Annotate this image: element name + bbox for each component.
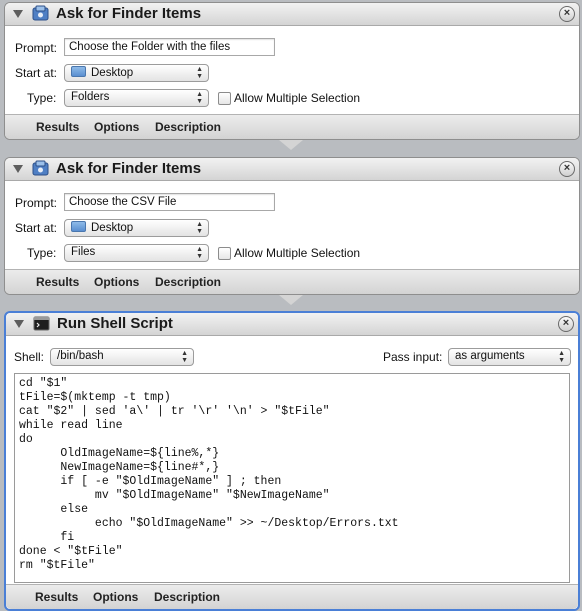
- results-tab[interactable]: Results: [35, 590, 78, 604]
- type-value: Folders: [71, 91, 110, 103]
- prompt-label: Prompt:: [15, 41, 58, 55]
- prompt-field[interactable]: Choose the CSV File: [64, 193, 275, 211]
- action-footer: Results Options Description: [5, 269, 579, 294]
- automator-finder-icon: [32, 160, 49, 176]
- action-header[interactable]: Run Shell Script ×: [6, 313, 578, 336]
- results-tab[interactable]: Results: [36, 120, 79, 134]
- pass-input-popup[interactable]: as arguments ▲ ▼: [448, 348, 571, 366]
- options-tab[interactable]: Options: [94, 275, 139, 289]
- popup-arrows-icon: ▲ ▼: [196, 246, 203, 260]
- shell-label: Shell:: [14, 350, 45, 364]
- start-at-label: Start at:: [15, 66, 58, 80]
- script-editor[interactable]: cd "$1" tFile=$(mktemp -t tmp) cat "$2" …: [14, 373, 570, 583]
- shell-popup[interactable]: /bin/bash ▲ ▼: [50, 348, 194, 366]
- start-at-popup[interactable]: Desktop ▲ ▼: [64, 219, 209, 237]
- prompt-label: Prompt:: [15, 196, 58, 210]
- shell-value: /bin/bash: [57, 350, 104, 362]
- close-icon[interactable]: ×: [559, 6, 575, 22]
- action-title: Run Shell Script: [57, 315, 173, 332]
- action-ask-finder-items-1[interactable]: Ask for Finder Items × Prompt: Choose th…: [4, 2, 580, 140]
- description-tab[interactable]: Description: [155, 275, 221, 289]
- allow-multiple-checkbox[interactable]: [218, 92, 231, 105]
- options-tab[interactable]: Options: [94, 120, 139, 134]
- prompt-field[interactable]: Choose the Folder with the files: [64, 38, 275, 56]
- type-label: Type:: [27, 246, 57, 260]
- action-header[interactable]: Ask for Finder Items ×: [5, 3, 579, 26]
- start-at-value: Desktop: [91, 222, 134, 234]
- type-popup[interactable]: Files ▲ ▼: [64, 244, 209, 262]
- terminal-icon: [33, 316, 50, 331]
- disclosure-triangle-icon[interactable]: [13, 10, 23, 18]
- popup-arrows-icon: ▲ ▼: [196, 221, 203, 235]
- automator-finder-icon: [32, 5, 49, 21]
- disclosure-triangle-icon[interactable]: [13, 165, 23, 173]
- action-footer: Results Options Description: [5, 114, 579, 139]
- allow-multiple-checkbox[interactable]: [218, 247, 231, 260]
- action-connector: [279, 140, 303, 150]
- close-icon[interactable]: ×: [559, 161, 575, 177]
- allow-multiple-label: Allow Multiple Selection: [234, 91, 361, 105]
- popup-arrows-icon: ▲ ▼: [196, 91, 203, 105]
- start-at-label: Start at:: [15, 221, 58, 235]
- action-title: Ask for Finder Items: [56, 160, 202, 177]
- options-tab[interactable]: Options: [93, 590, 138, 604]
- action-run-shell-script[interactable]: Run Shell Script × Shell: /bin/bash ▲ ▼ P…: [4, 311, 580, 611]
- action-title: Ask for Finder Items: [56, 5, 202, 22]
- popup-arrows-icon: ▲ ▼: [196, 66, 203, 80]
- description-tab[interactable]: Description: [154, 590, 220, 604]
- pass-input-value: as arguments: [455, 350, 525, 362]
- type-popup[interactable]: Folders ▲ ▼: [64, 89, 209, 107]
- disclosure-triangle-icon[interactable]: [14, 320, 24, 328]
- folder-icon: [71, 66, 86, 77]
- results-tab[interactable]: Results: [36, 275, 79, 289]
- description-tab[interactable]: Description: [155, 120, 221, 134]
- start-at-popup[interactable]: Desktop ▲ ▼: [64, 64, 209, 82]
- action-header[interactable]: Ask for Finder Items ×: [5, 158, 579, 181]
- popup-arrows-icon: ▲ ▼: [558, 350, 565, 364]
- folder-icon: [71, 221, 86, 232]
- pass-input-label: Pass input:: [383, 350, 443, 364]
- popup-arrows-icon: ▲ ▼: [181, 350, 188, 364]
- allow-multiple-label: Allow Multiple Selection: [234, 246, 361, 260]
- type-label: Type:: [27, 91, 57, 105]
- action-footer: Results Options Description: [6, 584, 578, 609]
- action-ask-finder-items-2[interactable]: Ask for Finder Items × Prompt: Choose th…: [4, 157, 580, 295]
- type-value: Files: [71, 246, 96, 258]
- action-connector: [279, 295, 303, 305]
- start-at-value: Desktop: [91, 67, 134, 79]
- close-icon[interactable]: ×: [558, 316, 574, 332]
